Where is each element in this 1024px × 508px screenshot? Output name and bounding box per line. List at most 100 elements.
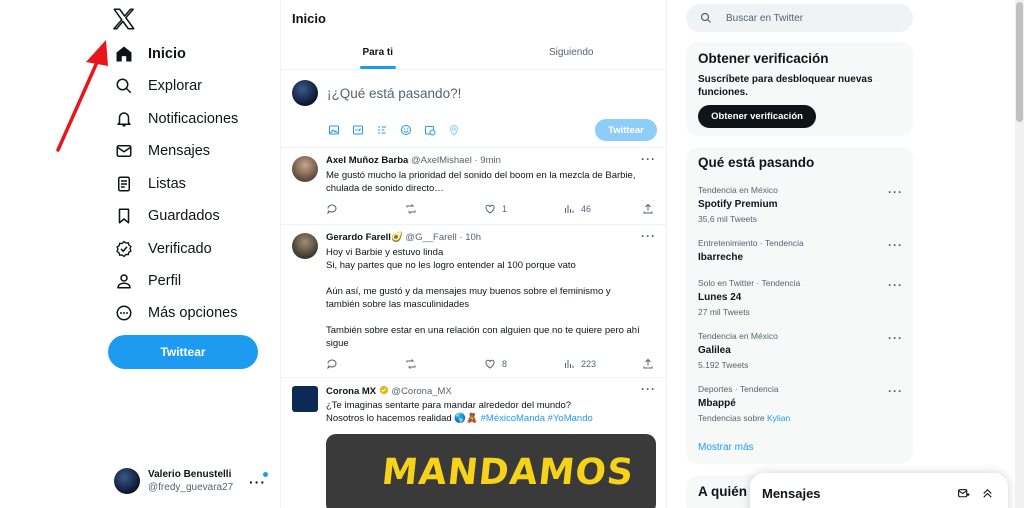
home-icon <box>114 44 134 64</box>
views-button[interactable]: 223 <box>563 358 603 370</box>
tweet-media-image[interactable]: MANDAMOS <box>326 434 656 508</box>
tweet[interactable]: Axel Muñoz Barba @AxelMishael · 9min ···… <box>281 148 666 225</box>
like-button[interactable]: 8 <box>484 358 524 370</box>
tweet-line <box>326 311 656 324</box>
emoji-icon[interactable] <box>399 123 413 137</box>
tweet-time[interactable]: · 10h <box>459 232 481 243</box>
tweet-line: sigue <box>326 338 349 349</box>
tweet[interactable]: Gerardo Farell🥑 @G__Farell · 10h ··· Hoy… <box>281 225 666 378</box>
compose-tweet-button[interactable]: Twittear <box>595 119 657 141</box>
twitter-app: Inicio Explorar Notificaciones Mensajes … <box>0 0 1024 508</box>
trend-item[interactable]: Tendencia en México Galilea 5.192 Tweets… <box>698 331 903 370</box>
retweet-button[interactable] <box>405 203 445 215</box>
new-message-icon[interactable] <box>955 485 971 501</box>
view-count: 46 <box>581 204 592 214</box>
search-icon <box>114 76 134 96</box>
tweet-author-name[interactable]: Axel Muñoz Barba <box>326 155 408 166</box>
media-headline: MANDAMOS <box>379 452 637 493</box>
trend-more-icon[interactable]: ··· <box>888 278 903 292</box>
tweet-author-name[interactable]: Gerardo Farell🥑 <box>326 232 403 243</box>
trend-count: 27 mil Tweets <box>698 307 750 317</box>
share-icon[interactable] <box>642 203 656 215</box>
trend-category: Solo en Twitter · Tendencia <box>698 278 801 288</box>
hashtag-link[interactable]: #MéxicoManda #YoMando <box>481 413 593 424</box>
trend-related-link[interactable]: Kylian <box>767 413 790 423</box>
tweet-text: ¿Te imaginas sentarte para mandar alrede… <box>326 399 656 425</box>
account-switcher[interactable]: Valerio Benustelli @fredy_guevara27 ··· <box>114 466 274 496</box>
trend-count: 5.192 Tweets <box>698 360 749 370</box>
nav-item-explore[interactable]: Explorar <box>114 70 202 102</box>
show-more-link[interactable]: Mostrar más <box>698 442 754 453</box>
corona-logo-avatar[interactable] <box>292 386 318 412</box>
messages-drawer[interactable]: Mensajes <box>750 473 1008 508</box>
nav-item-notifications[interactable]: Notificaciones <box>114 103 238 135</box>
trend-count-prefix: Tendencias sobre <box>698 413 765 423</box>
tweet-author-handle[interactable]: @AxelMishael <box>411 155 472 166</box>
tab-following[interactable]: Siguiendo <box>475 36 667 69</box>
tweet-actions: 1 46 <box>326 203 656 215</box>
nav-label: Perfil <box>148 273 182 289</box>
poll-icon[interactable] <box>375 123 389 137</box>
avatar[interactable] <box>292 233 318 259</box>
views-button[interactable]: 46 <box>563 203 603 215</box>
more-circle-icon <box>114 303 134 323</box>
bell-icon <box>114 109 134 129</box>
expand-up-icon[interactable] <box>979 485 995 501</box>
page-title: Inicio <box>292 11 326 26</box>
share-icon[interactable] <box>642 358 656 370</box>
envelope-icon <box>114 141 134 161</box>
trend-more-icon[interactable]: ··· <box>888 185 903 199</box>
trend-item[interactable]: Solo en Twitter · Tendencia Lunes 24 27 … <box>698 278 903 317</box>
trend-category: Deportes · Tendencia <box>698 384 779 394</box>
trend-item[interactable]: Deportes · Tendencia Mbappé Tendencias s… <box>698 384 903 423</box>
tweet-author-name[interactable]: Corona MX <box>326 386 376 397</box>
gif-icon[interactable] <box>351 123 365 137</box>
like-button[interactable]: 1 <box>484 203 524 215</box>
tab-for-you[interactable]: Para ti <box>281 36 475 69</box>
tweet-more-icon[interactable]: ··· <box>641 229 656 243</box>
tweet-time[interactable]: · 9min <box>475 155 501 166</box>
compose-input[interactable]: ¡¿Qué está pasando?! <box>327 86 461 101</box>
trend-name: Lunes 24 <box>698 292 742 303</box>
tweet-more-icon[interactable]: ··· <box>641 382 656 396</box>
trend-item[interactable]: Tendencia en México Spotify Premium 35,6… <box>698 185 903 224</box>
avatar[interactable] <box>292 156 318 182</box>
scrollbar[interactable] <box>1015 0 1024 508</box>
get-verified-button[interactable]: Obtener verificación <box>698 105 816 128</box>
like-count: 8 <box>502 359 508 369</box>
trend-item[interactable]: Entretenimiento · Tendencia Ibarreche ··… <box>698 238 903 263</box>
trend-name: Spotify Premium <box>698 199 778 210</box>
reply-button[interactable] <box>326 203 366 215</box>
schedule-icon[interactable] <box>423 123 437 137</box>
x-logo-icon[interactable] <box>111 6 137 32</box>
trend-name: Mbappé <box>698 398 736 409</box>
nav-item-bookmarks[interactable]: Guardados <box>114 200 220 232</box>
nav-item-more-options[interactable]: Más opciones <box>114 297 237 329</box>
search-input[interactable]: Buscar en Twitter <box>686 4 913 32</box>
nav-item-messages[interactable]: Mensajes <box>114 135 210 167</box>
scrollbar-thumb[interactable] <box>1016 2 1023 122</box>
tweet-actions: 8 223 <box>326 358 656 370</box>
tweet-author-handle[interactable]: @G__Farell <box>405 232 456 243</box>
trend-more-icon[interactable]: ··· <box>888 384 903 398</box>
nav-item-verified[interactable]: Verificado <box>114 233 212 265</box>
nav-item-profile[interactable]: Perfil <box>114 265 181 297</box>
tweet-line: Aún así, me gustó y da mensajes muy buen… <box>326 286 611 297</box>
retweet-button[interactable] <box>405 358 445 370</box>
nav-label: Inicio <box>148 46 186 62</box>
trend-more-icon[interactable]: ··· <box>888 331 903 345</box>
reply-button[interactable] <box>326 358 366 370</box>
tweet-more-icon[interactable]: ··· <box>641 152 656 166</box>
tweet-line <box>326 272 656 285</box>
image-icon[interactable] <box>327 123 341 137</box>
tweet-text-part: Nosotros lo hacemos realidad 🌎🧸 <box>326 413 478 424</box>
tweet-author-handle[interactable]: @Corona_MX <box>391 386 451 397</box>
more-icon[interactable]: ··· <box>249 474 266 490</box>
drawer-title: Mensajes <box>762 486 821 501</box>
nav-item-lists[interactable]: Listas <box>114 168 186 200</box>
trend-more-icon[interactable]: ··· <box>888 238 903 252</box>
composer-tools <box>327 123 461 137</box>
tweet-button[interactable]: Twittear <box>108 335 258 369</box>
tweet[interactable]: Corona MX @Corona_MX ··· ¿Te imaginas se… <box>281 378 666 508</box>
nav-item-home[interactable]: Inicio <box>114 38 186 70</box>
